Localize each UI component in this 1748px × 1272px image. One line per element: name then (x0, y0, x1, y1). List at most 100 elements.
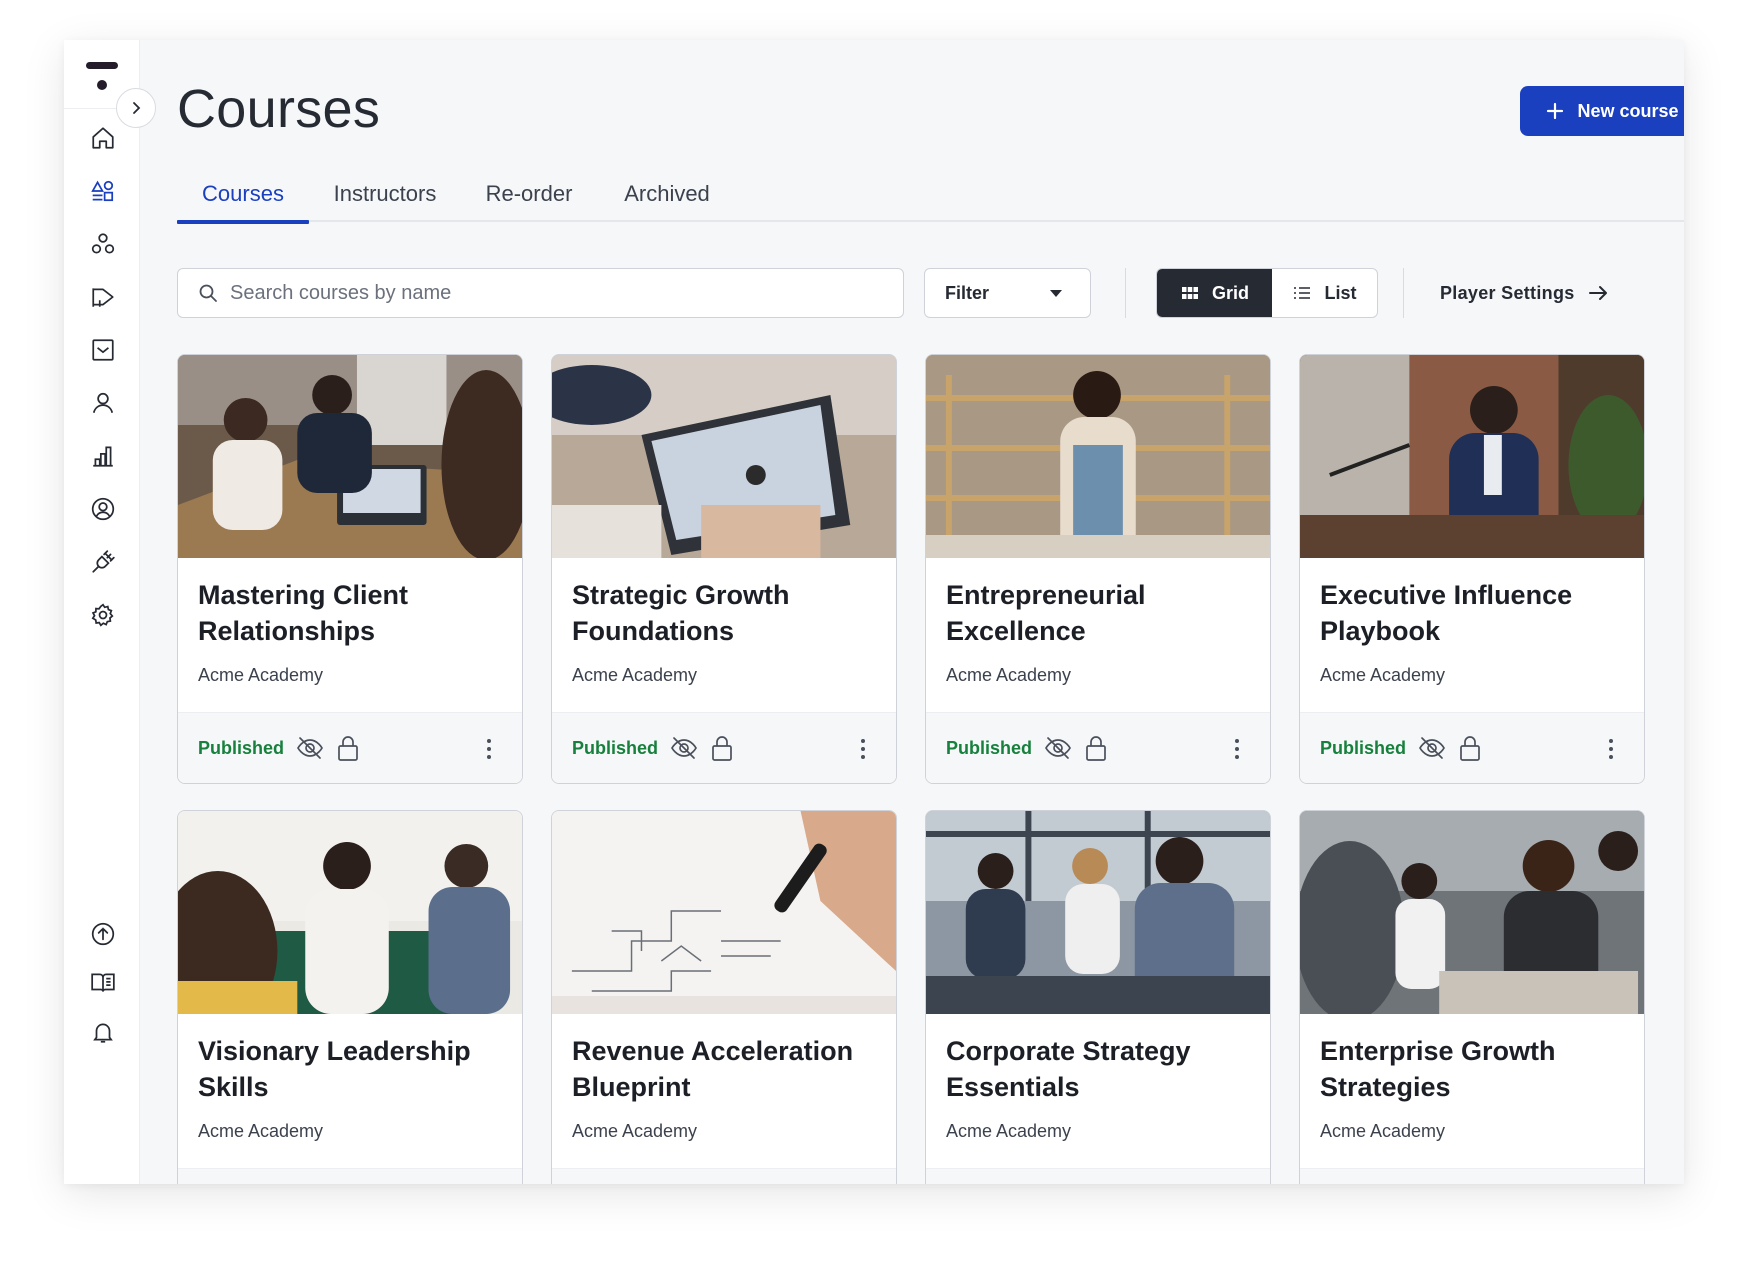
tab-archived[interactable]: Archived (613, 166, 721, 222)
course-card[interactable]: Entrepreneurial Excellence Acme Academy … (925, 354, 1271, 784)
page-title: Courses (177, 78, 380, 140)
course-publisher: Acme Academy (198, 665, 323, 686)
course-publisher: Acme Academy (946, 665, 1071, 686)
filter-label: Filter (945, 283, 989, 304)
eye-off-icon[interactable] (1043, 733, 1073, 763)
status-badge: Published (946, 738, 1032, 759)
app-window: Courses New course Courses Instructors R… (64, 40, 1684, 1184)
search-box (177, 268, 904, 318)
user-icon[interactable] (89, 389, 117, 417)
course-thumbnail (178, 811, 522, 1014)
lock-icon[interactable] (1081, 733, 1111, 763)
filter-dropdown[interactable]: Filter (924, 268, 1091, 318)
book-icon[interactable] (89, 969, 117, 997)
status-badge: Published (1320, 738, 1406, 759)
plus-icon (1545, 101, 1565, 121)
home-icon[interactable] (89, 124, 117, 152)
course-title: Mastering Client Relationships (198, 577, 508, 649)
card-footer: Published (926, 712, 1270, 784)
course-title: Corporate Strategy Essentials (946, 1033, 1256, 1105)
tab-instructors[interactable]: Instructors (325, 166, 445, 222)
megaphone-icon[interactable] (89, 283, 117, 311)
course-thumbnail (926, 811, 1270, 1014)
course-publisher: Acme Academy (1320, 1121, 1445, 1142)
course-card[interactable]: Mastering Client Relationships Acme Acad… (177, 354, 523, 784)
course-publisher: Acme Academy (946, 1121, 1071, 1142)
grid-view-button[interactable]: Grid (1157, 269, 1272, 317)
account-circle-icon[interactable] (89, 495, 117, 523)
course-publisher: Acme Academy (572, 665, 697, 686)
player-settings-link[interactable]: Player Settings (1440, 268, 1609, 318)
inbox-icon[interactable] (89, 336, 117, 364)
list-view-button[interactable]: List (1272, 269, 1377, 317)
course-title: Executive Influence Playbook (1320, 577, 1630, 649)
course-card[interactable]: Corporate Strategy Essentials Acme Acade… (925, 810, 1271, 1184)
course-thumbnail (552, 355, 896, 558)
settings-icon[interactable] (89, 601, 117, 629)
view-toggle: Grid List (1156, 268, 1378, 318)
more-options-icon[interactable] (478, 735, 500, 763)
lock-icon[interactable] (333, 733, 363, 763)
main-content: Courses New course Courses Instructors R… (140, 40, 1684, 1184)
expand-sidebar-button[interactable] (116, 88, 156, 128)
community-icon[interactable] (89, 230, 117, 258)
more-options-icon[interactable] (1600, 735, 1622, 763)
course-thumbnail (926, 355, 1270, 558)
tab-re-order[interactable]: Re-order (479, 166, 579, 222)
list-label: List (1324, 283, 1356, 304)
toolbar-divider (1403, 268, 1404, 318)
course-title: Visionary Leadership Skills (198, 1033, 508, 1105)
course-title: Enterprise Growth Strategies (1320, 1033, 1630, 1105)
course-card[interactable]: Strategic Growth Foundations Acme Academ… (551, 354, 897, 784)
card-footer: Published (1300, 712, 1644, 784)
lock-icon[interactable] (707, 733, 737, 763)
search-input[interactable] (230, 282, 870, 305)
chevron-right-icon (128, 100, 144, 116)
course-title: Strategic Growth Foundations (572, 577, 882, 649)
sidebar (64, 40, 140, 1184)
analytics-icon[interactable] (89, 442, 117, 470)
grid-label: Grid (1212, 283, 1249, 304)
search-icon (198, 283, 218, 303)
course-card[interactable]: Revenue Acceleration Blueprint Acme Acad… (551, 810, 897, 1184)
course-thumbnail (178, 355, 522, 558)
bell-icon[interactable] (89, 1018, 117, 1046)
brand-logo[interactable] (86, 62, 118, 92)
grid-icon (1180, 283, 1200, 303)
status-badge: Published (572, 738, 658, 759)
card-footer (552, 1168, 896, 1184)
new-course-button[interactable]: New course (1520, 86, 1684, 136)
player-settings-label: Player Settings (1440, 283, 1575, 304)
eye-off-icon[interactable] (295, 733, 325, 763)
plug-icon[interactable] (89, 548, 117, 576)
course-publisher: Acme Academy (1320, 665, 1445, 686)
course-title: Entrepreneurial Excellence (946, 577, 1256, 649)
status-badge: Published (198, 738, 284, 759)
toolbar-divider (1125, 268, 1126, 318)
lock-icon[interactable] (1455, 733, 1485, 763)
course-title: Revenue Acceleration Blueprint (572, 1033, 882, 1105)
card-footer: Published (552, 712, 896, 784)
course-card[interactable]: Enterprise Growth Strategies Acme Academ… (1299, 810, 1645, 1184)
course-card[interactable]: Visionary Leadership Skills Acme Academy (177, 810, 523, 1184)
tab-courses[interactable]: Courses (177, 166, 309, 222)
shapes-icon[interactable] (89, 177, 117, 205)
card-footer (178, 1168, 522, 1184)
course-thumbnail (1300, 811, 1644, 1014)
upload-icon[interactable] (89, 920, 117, 948)
tab-bar: Courses Instructors Re-order Archived (177, 166, 1684, 222)
card-footer: Published (178, 712, 522, 784)
caret-down-icon (1050, 290, 1062, 297)
more-options-icon[interactable] (852, 735, 874, 763)
card-footer (1300, 1168, 1644, 1184)
more-options-icon[interactable] (1226, 735, 1248, 763)
list-icon (1292, 283, 1312, 303)
eye-off-icon[interactable] (669, 733, 699, 763)
new-course-label: New course (1577, 101, 1678, 122)
course-publisher: Acme Academy (198, 1121, 323, 1142)
course-publisher: Acme Academy (572, 1121, 697, 1142)
card-footer (926, 1168, 1270, 1184)
course-card[interactable]: Executive Influence Playbook Acme Academ… (1299, 354, 1645, 784)
eye-off-icon[interactable] (1417, 733, 1447, 763)
course-thumbnail (552, 811, 896, 1014)
